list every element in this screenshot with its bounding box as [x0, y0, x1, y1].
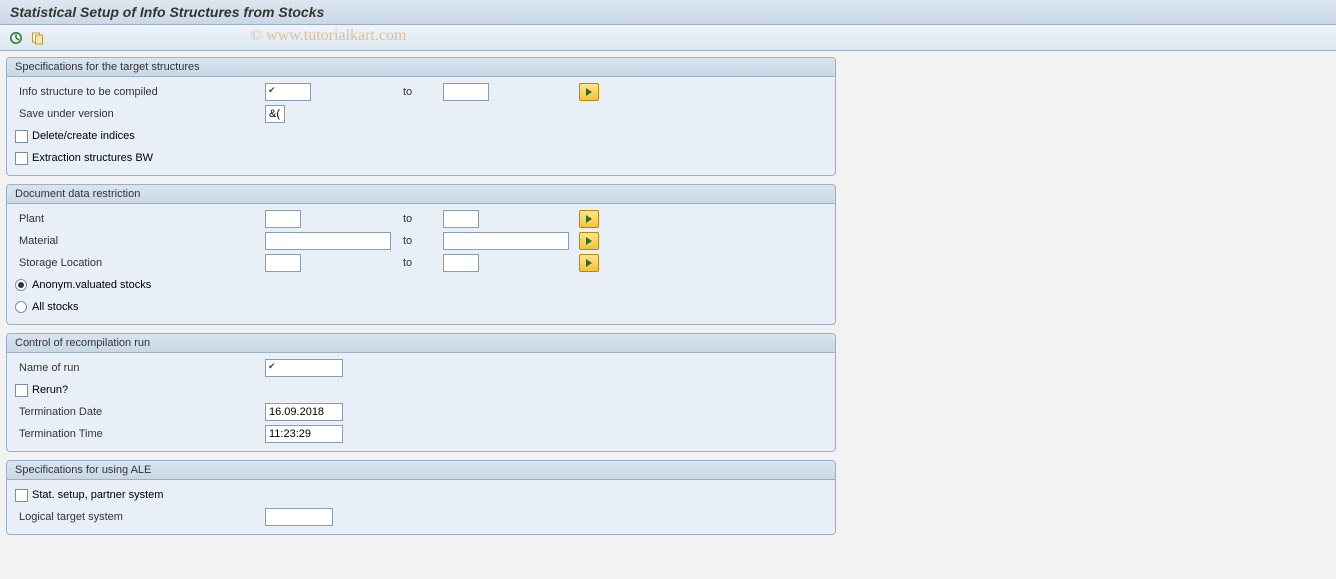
arrow-right-icon: [586, 215, 592, 223]
storage-loc-label: Storage Location: [15, 257, 265, 269]
term-time-input[interactable]: [265, 425, 343, 443]
to-label: to: [403, 257, 437, 269]
group-header: Control of recompilation run: [7, 334, 835, 353]
material-to-input[interactable]: [443, 232, 569, 250]
delete-indices-checkbox[interactable]: [15, 130, 28, 143]
group-header: Specifications for using ALE: [7, 461, 835, 480]
multi-select-button[interactable]: [579, 232, 599, 250]
logical-target-label: Logical target system: [15, 511, 265, 523]
group-header: Specifications for the target structures: [7, 58, 835, 77]
to-label: to: [403, 213, 437, 225]
stat-setup-label: Stat. setup, partner system: [32, 489, 163, 501]
all-stocks-label: All stocks: [32, 301, 78, 313]
stat-setup-checkbox[interactable]: [15, 489, 28, 502]
plant-label: Plant: [15, 213, 265, 225]
info-struct-to-input[interactable]: [443, 83, 489, 101]
execute-icon[interactable]: [8, 30, 24, 46]
multi-select-button[interactable]: [579, 83, 599, 101]
delete-indices-label: Delete/create indices: [32, 130, 135, 142]
arrow-right-icon: [586, 88, 592, 96]
save-version-label: Save under version: [15, 108, 265, 120]
plant-to-input[interactable]: [443, 210, 479, 228]
group-recompilation-control: Control of recompilation run Name of run…: [6, 333, 836, 452]
all-stocks-radio[interactable]: [15, 301, 27, 313]
group-document-restriction: Document data restriction Plant to Mater…: [6, 184, 836, 325]
anon-valuated-radio[interactable]: [15, 279, 27, 291]
toolbar: © www.tutorialkart.com: [0, 25, 1336, 51]
material-from-input[interactable]: [265, 232, 391, 250]
storage-to-input[interactable]: [443, 254, 479, 272]
extraction-bw-label: Extraction structures BW: [32, 152, 153, 164]
to-label: to: [403, 235, 437, 247]
multi-select-button[interactable]: [579, 254, 599, 272]
term-time-label: Termination Time: [15, 428, 265, 440]
group-ale-specifications: Specifications for using ALE Stat. setup…: [6, 460, 836, 535]
watermark-text: © www.tutorialkart.com: [250, 27, 406, 45]
variants-icon[interactable]: [30, 30, 46, 46]
save-version-input[interactable]: [265, 105, 285, 123]
storage-from-input[interactable]: [265, 254, 301, 272]
extraction-bw-checkbox[interactable]: [15, 152, 28, 165]
info-struct-from-input[interactable]: [265, 83, 311, 101]
name-run-label: Name of run: [15, 362, 265, 374]
material-label: Material: [15, 235, 265, 247]
plant-from-input[interactable]: [265, 210, 301, 228]
group-header: Document data restriction: [7, 185, 835, 204]
logical-target-input[interactable]: [265, 508, 333, 526]
page-title: Statistical Setup of Info Structures fro…: [0, 0, 1336, 25]
rerun-checkbox[interactable]: [15, 384, 28, 397]
multi-select-button[interactable]: [579, 210, 599, 228]
name-run-input[interactable]: [265, 359, 343, 377]
term-date-input[interactable]: [265, 403, 343, 421]
term-date-label: Termination Date: [15, 406, 265, 418]
anon-valuated-label: Anonym.valuated stocks: [32, 279, 151, 291]
content-area: Specifications for the target structures…: [0, 51, 1336, 549]
info-struct-label: Info structure to be compiled: [15, 86, 265, 98]
rerun-label: Rerun?: [32, 384, 68, 396]
arrow-right-icon: [586, 237, 592, 245]
to-label: to: [403, 86, 437, 98]
arrow-right-icon: [586, 259, 592, 267]
group-target-structures: Specifications for the target structures…: [6, 57, 836, 176]
